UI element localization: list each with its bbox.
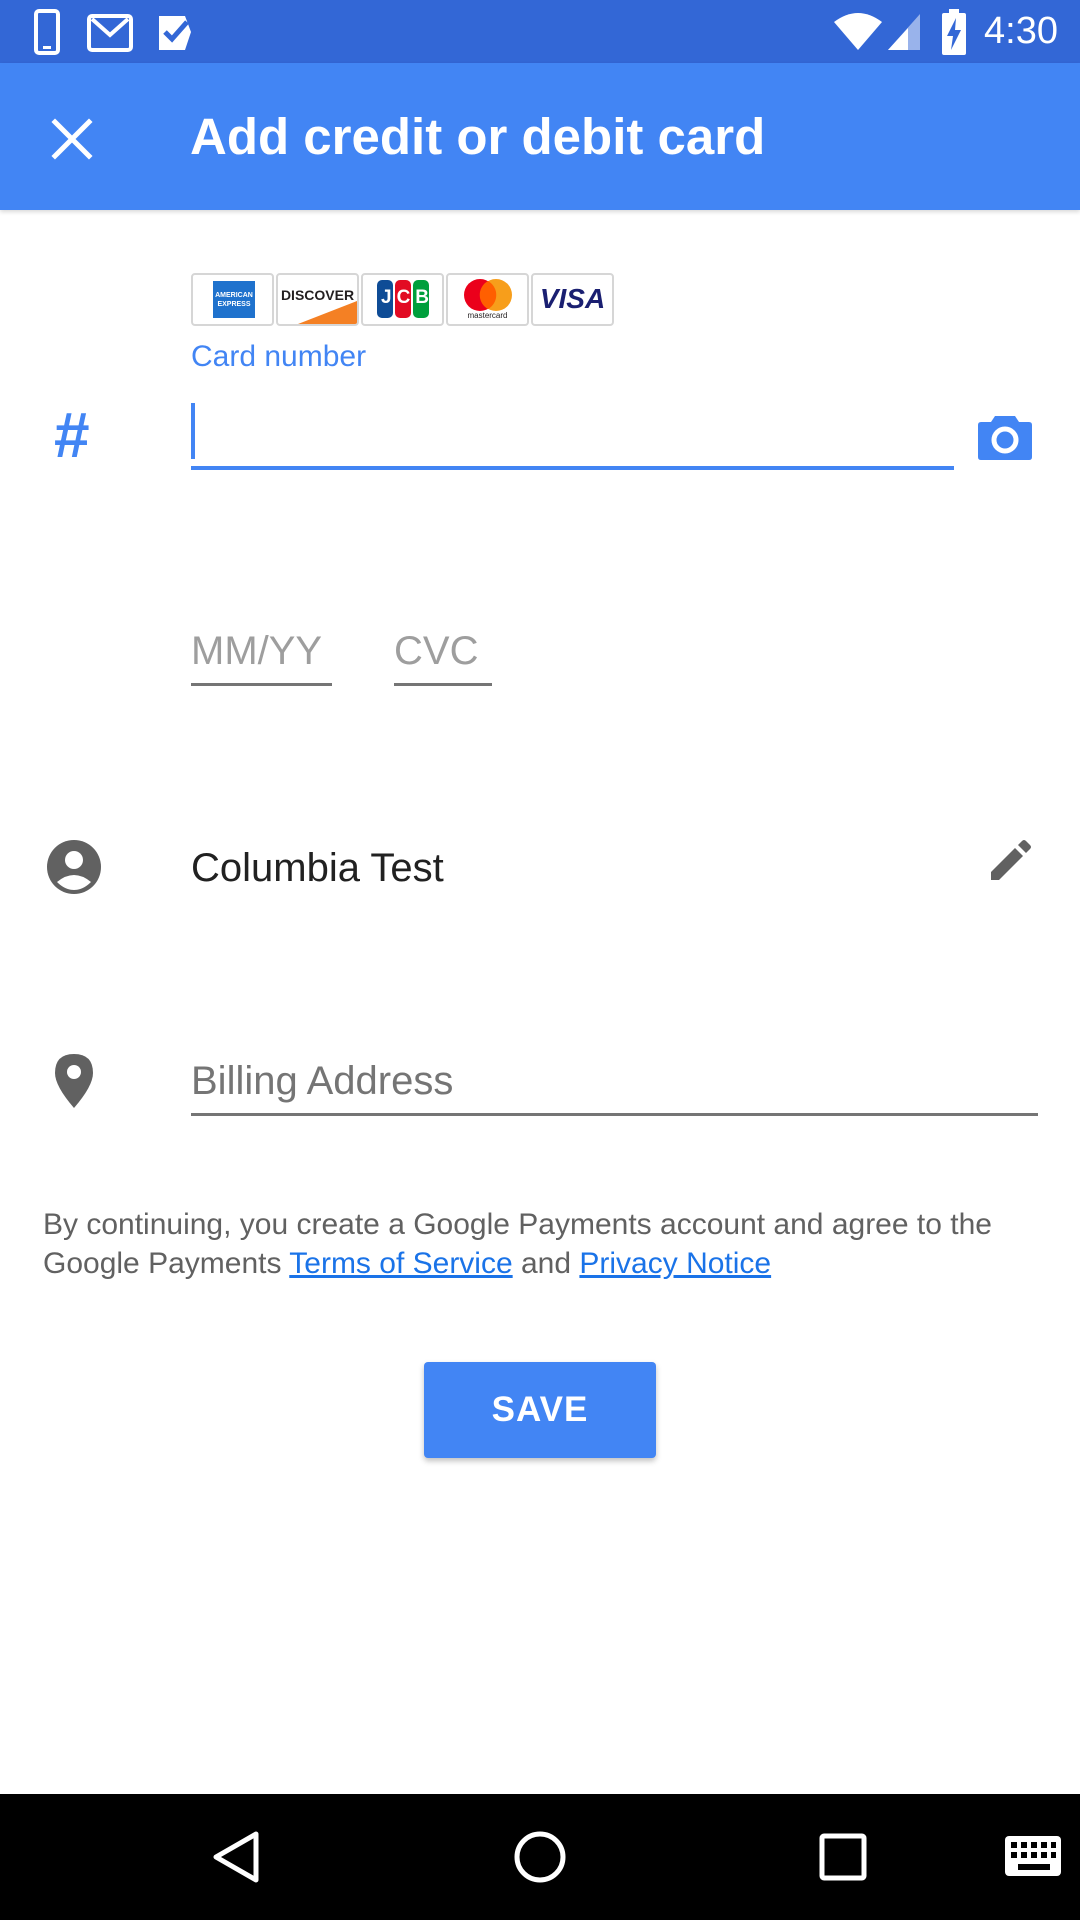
privacy-notice-link[interactable]: Privacy Notice [579,1247,771,1280]
camera-icon [978,416,1032,460]
terms-of-service-link[interactable]: Terms of Service [289,1247,512,1280]
save-button[interactable]: SAVE [424,1362,656,1458]
pencil-icon [991,840,1031,880]
legal-text-middle: and [512,1247,580,1280]
wifi-icon [834,13,882,50]
amex-logo: AMERICAN EXPRESS [191,273,274,326]
gmail-icon [87,14,133,52]
discover-logo: DISCOVER [276,273,359,326]
visa-mark: VISA [539,283,606,314]
status-bar: 4:30 [0,0,1080,63]
page-title: Add credit or debit card [190,108,766,165]
cardholder-name: Columbia Test [191,846,444,890]
phone-icon [34,9,60,55]
back-icon[interactable] [202,1822,272,1892]
location-pin-icon [55,1054,93,1108]
close-icon [51,118,93,160]
account-circle-icon [47,840,101,894]
visa-logo: VISA [531,273,614,326]
cvc-input[interactable]: CVC [394,616,492,686]
close-button[interactable] [36,103,108,175]
expiry-input[interactable]: MM/YY [191,616,332,686]
text-cursor [191,403,195,459]
scan-card-button[interactable] [975,408,1035,468]
edit-name-button[interactable] [983,838,1033,888]
accepted-cards: AMERICAN EXPRESS DISCOVER JCB mastercard… [191,273,614,326]
status-time: 4:30 [984,10,1058,52]
signal-icon [888,14,920,50]
recents-icon[interactable] [808,1822,878,1892]
battery-charging-icon [942,9,966,55]
card-number-input[interactable] [191,400,954,470]
card-number-label: Card number [191,340,367,373]
amex-mark: AMERICAN EXPRESS [213,281,255,318]
legal-text: By continuing, you create a Google Payme… [43,1205,1043,1283]
tasks-icon [159,16,191,50]
mastercard-mark: mastercard [467,311,508,320]
discover-mark: DISCOVER [280,287,355,303]
keyboard-icon[interactable] [1000,1822,1070,1892]
app-bar: Add credit or debit card [0,63,1080,210]
mastercard-logo: mastercard [446,273,529,326]
billing-address-input[interactable]: Billing Address [191,1052,1038,1116]
navigation-bar [0,1794,1080,1920]
home-icon[interactable] [505,1822,575,1892]
jcb-mark: JCB [381,287,435,308]
jcb-logo: JCB [361,273,444,326]
hash-icon: # [54,399,90,471]
